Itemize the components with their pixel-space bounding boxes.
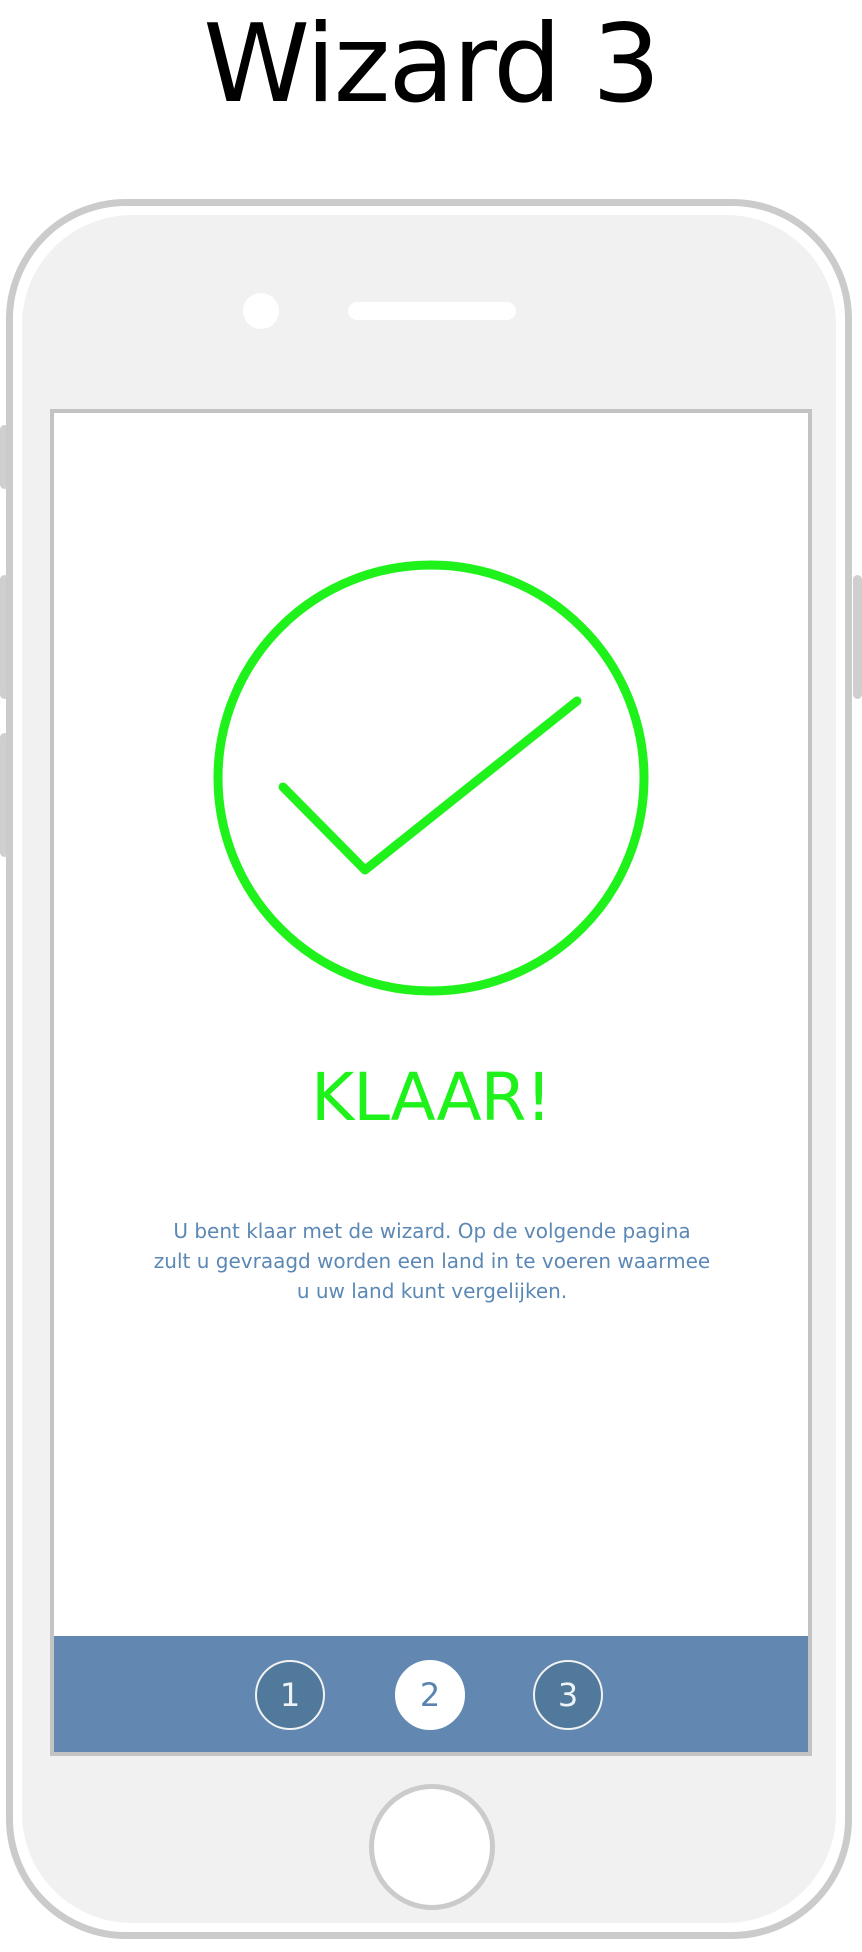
done-heading: KLAAR! — [310, 1059, 552, 1136]
front-camera — [243, 293, 279, 329]
phone-screen: KLAAR! U bent klaar met de wizard. Op de… — [50, 409, 812, 1756]
home-button[interactable] — [369, 1784, 495, 1910]
success-circle — [213, 560, 649, 996]
message-line: u uw land kunt vergelijken. — [296, 1279, 568, 1303]
step-1-button[interactable]: 1 — [255, 1660, 325, 1730]
checkmark — [278, 696, 582, 875]
done-message: U bent klaar met de wizard. Op de volgen… — [142, 1216, 722, 1306]
step-2-button[interactable]: 2 — [395, 1660, 465, 1730]
earpiece-speaker — [348, 302, 516, 320]
phone-power-button — [853, 575, 862, 699]
message-line: U bent klaar met de wizard. Op de volgen… — [173, 1219, 691, 1243]
page-title: Wizard 3 — [203, 2, 660, 127]
message-line: zult u gevraagd worden een land in te vo… — [153, 1249, 711, 1273]
wizard-step-bar: 1 2 3 — [54, 1636, 808, 1752]
check-circle-icon — [213, 560, 649, 996]
step-3-button[interactable]: 3 — [533, 1660, 603, 1730]
